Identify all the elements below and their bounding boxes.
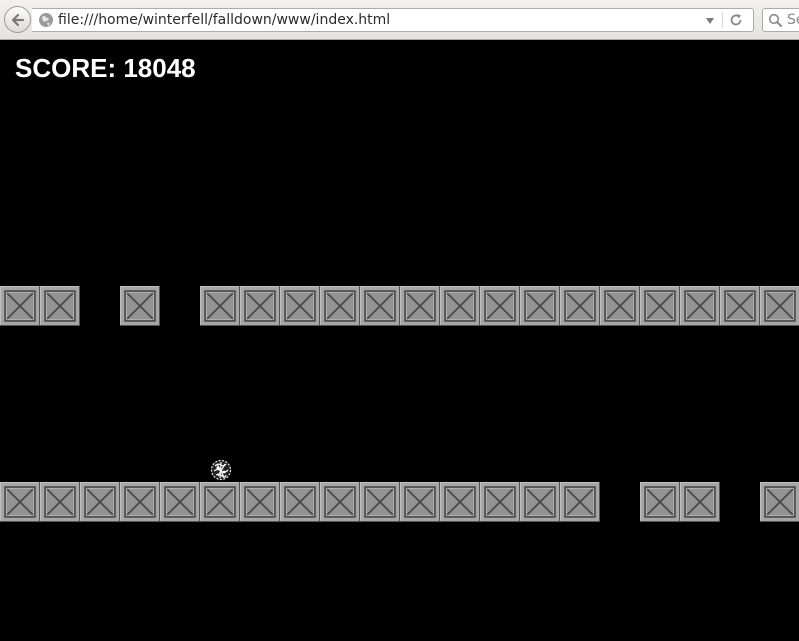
back-button[interactable] — [4, 6, 31, 33]
crate-block — [360, 286, 400, 326]
crate-block — [640, 286, 680, 326]
crate-block — [320, 482, 360, 522]
crate-block — [400, 286, 440, 326]
crate-block — [400, 482, 440, 522]
crate-block — [80, 482, 120, 522]
crate-block — [480, 286, 520, 326]
lower-platform — [0, 482, 799, 522]
crate-block — [600, 286, 640, 326]
crate-block — [160, 482, 200, 522]
crate-block — [40, 482, 80, 522]
score-display: SCORE: 18048 — [15, 53, 196, 83]
crate-block — [760, 482, 799, 522]
search-box[interactable]: Se — [762, 8, 799, 32]
crate-block — [360, 482, 400, 522]
crate-block — [760, 286, 799, 326]
crate-block — [200, 286, 240, 326]
search-icon — [768, 13, 782, 27]
dropdown-arrow-icon[interactable] — [705, 18, 715, 24]
crate-block — [520, 482, 560, 522]
game-canvas[interactable]: SCORE: 18048 — [0, 41, 799, 641]
crate-block — [720, 286, 760, 326]
crate-block — [560, 482, 600, 522]
url-bar[interactable]: file:///home/winterfell/falldown/www/ind… — [32, 8, 754, 32]
reload-icon[interactable] — [729, 13, 743, 27]
crate-block — [120, 286, 160, 326]
crate-block — [520, 286, 560, 326]
upper-platform — [0, 286, 799, 326]
crate-block — [280, 482, 320, 522]
crate-block — [40, 286, 80, 326]
crate-block — [640, 482, 680, 522]
crate-block — [120, 482, 160, 522]
crate-block — [680, 286, 720, 326]
crate-block — [440, 482, 480, 522]
back-arrow-icon — [11, 13, 25, 27]
url-text: file:///home/winterfell/falldown/www/ind… — [58, 12, 391, 28]
crate-block — [320, 286, 360, 326]
search-placeholder: Se — [787, 12, 799, 28]
crate-block — [240, 286, 280, 326]
crate-block — [200, 482, 240, 522]
url-bar-divider — [722, 12, 723, 28]
crate-block — [0, 286, 40, 326]
crate-block — [680, 482, 720, 522]
crate-block — [440, 286, 480, 326]
crate-block — [480, 482, 520, 522]
player-ball — [210, 459, 232, 485]
crate-block — [240, 482, 280, 522]
crate-block — [280, 286, 320, 326]
crate-block — [560, 286, 600, 326]
browser-toolbar: file:///home/winterfell/falldown/www/ind… — [0, 0, 799, 40]
globe-icon — [39, 13, 53, 27]
crate-block — [0, 482, 40, 522]
ball-sprite-icon — [210, 459, 232, 481]
